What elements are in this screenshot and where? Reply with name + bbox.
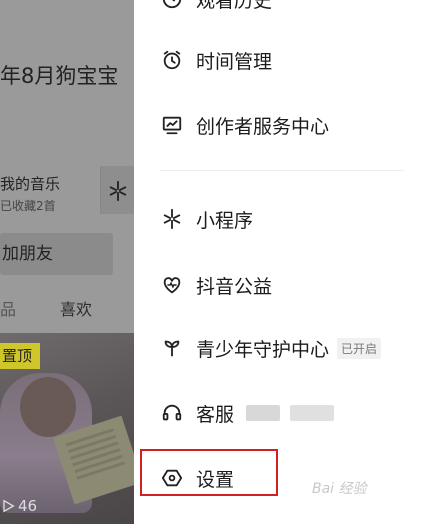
alarm-clock-icon [160,48,184,72]
menu-label-watch-history: 观看历史 [196,0,273,12]
profile-title: 年8月狗宝宝 [0,64,119,88]
pinned-badge: 置顶 [0,343,41,369]
menu-label-charity: 抖音公益 [196,275,273,298]
add-friend-button: 加朋友 [0,233,113,275]
menu-label-youth-protection: 青少年守护中心 [196,338,330,361]
menu-item-creator-center[interactable]: 创作者服务中心 [160,108,329,142]
my-music-label: 我的音乐 [0,175,61,193]
menu-label-creator-center: 创作者服务中心 [196,115,330,138]
sprout-icon [160,336,184,360]
asterisk-icon [109,180,127,202]
play-icon [3,499,15,513]
menu-label-mini-programs: 小程序 [196,209,254,232]
view-count: 46 [0,497,37,515]
menu-label-customer-service: 客服 [196,403,235,426]
background-profile-page: 年8月狗宝宝 我的音乐 已收藏2首 加朋友 品 喜欢 置顶 46 [0,0,134,524]
music-count: 已收藏2首 [0,199,56,213]
menu-item-time-management[interactable]: 时间管理 [160,43,272,77]
view-count-value: 46 [18,497,38,515]
menu-item-charity[interactable]: 抖音公益 [160,268,272,302]
monitor-chart-icon [160,113,184,137]
youth-mode-status-badge: 已开启 [337,337,382,359]
add-friend-label: 加朋友 [2,244,53,264]
heart-pulse-icon [160,273,184,297]
baidu-watermark: Bai 经验 [312,481,367,497]
redacted-text [290,405,335,421]
spark-tile [100,166,134,214]
child-head [20,377,76,437]
clock-history-icon [160,0,184,11]
menu-divider [160,170,404,171]
tab-likes: 喜欢 [60,300,93,319]
menu-item-customer-service[interactable]: 客服 [160,396,335,430]
settings-highlight-box [140,449,278,496]
asterisk-icon [160,207,184,231]
redacted-text [246,405,281,421]
menu-item-mini-programs[interactable]: 小程序 [160,202,253,236]
tab-works-partial: 品 [0,300,17,319]
side-drawer-menu: 观看历史 时间管理 创作者服务中心 小程序 抖音公益 青少年守护中心 已开启 客… [134,0,432,524]
menu-item-watch-history[interactable]: 观看历史 [160,0,272,16]
menu-item-youth-protection[interactable]: 青少年守护中心 已开启 [160,331,382,365]
headset-icon [160,401,184,425]
menu-label-time-management: 时间管理 [196,50,273,73]
